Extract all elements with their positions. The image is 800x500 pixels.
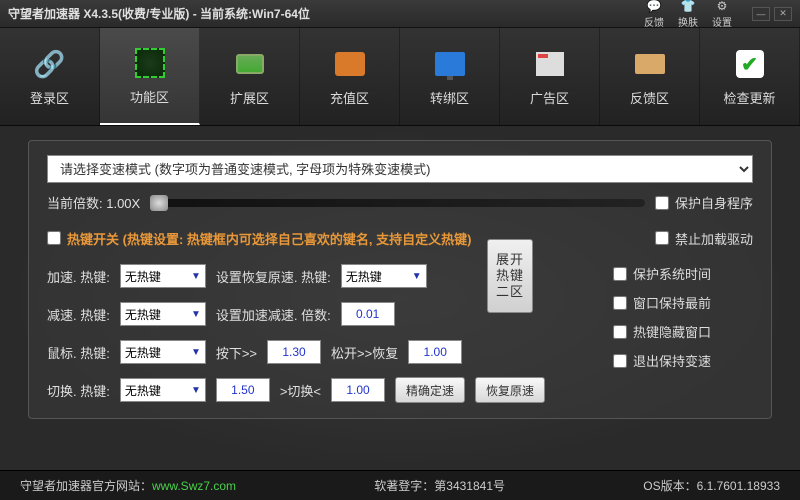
topmost-checkbox[interactable]: 窗口保持最前 [613,293,753,312]
settings-icon[interactable]: ⚙设置 [712,0,732,29]
tab-login[interactable]: 🔗登录区 [0,28,100,125]
protect-self-checkbox[interactable]: 保护自身程序 [655,193,753,212]
switch-val1-input[interactable] [216,378,270,402]
hotkey-switch-checkbox[interactable]: 热键开关 (热键设置: 热键框内可选择自己喜欢的键名, 支持自定义热键) [47,229,645,248]
switch-label: 切换. 热键: [47,381,110,400]
slider-thumb[interactable] [150,195,168,211]
tab-payment[interactable]: 充值区 [300,28,400,125]
press-label: 按下>> [216,343,257,362]
switch-val2-input[interactable] [331,378,385,402]
minimize-button[interactable]: — [752,7,770,21]
no-driver-checkbox[interactable]: 禁止加载驱动 [655,229,753,248]
accel-hotkey-combo[interactable]: 无热键▼ [120,264,206,288]
restore-hotkey-combo[interactable]: 无热键▼ [341,264,427,288]
footer-reg: 软著登字：第3431841号 [374,477,505,494]
site-link[interactable]: www.Swz7.com [152,479,236,493]
release-input[interactable] [408,340,462,364]
switch-hotkey-combo[interactable]: 无热键▼ [120,378,206,402]
release-label: 松开>>恢复 [331,343,398,362]
tab-function[interactable]: 功能区 [100,28,200,125]
skin-icon[interactable]: 👕换肤 [678,0,698,29]
tab-bind[interactable]: 转绑区 [400,28,500,125]
decel-label: 减速. 热键: [47,305,110,324]
speed-slider[interactable] [150,199,645,207]
restore-speed-button[interactable]: 恢复原速 [475,377,545,403]
decel-hotkey-combo[interactable]: 无热键▼ [120,302,206,326]
footer-site: 守望者加速器官方网站：www.Swz7.com [20,477,236,494]
close-button[interactable]: ✕ [774,7,792,21]
switch2-label: >切换< [280,381,321,400]
accel-label: 加速. 热键: [47,267,110,286]
tab-ads[interactable]: 广告区 [500,28,600,125]
step-label: 设置加速减速. 倍数: [216,305,331,324]
precise-speed-button[interactable]: 精确定速 [395,377,465,403]
window-title: 守望者加速器 X4.3.5(收费/专业版) - 当前系统:Win7-64位 [8,5,310,22]
step-input[interactable] [341,302,395,326]
mouse-label: 鼠标. 热键: [47,343,110,362]
tab-extension[interactable]: 扩展区 [200,28,300,125]
keep-on-exit-checkbox[interactable]: 退出保持变速 [613,351,753,370]
restore-label: 设置恢复原速. 热键: [216,267,331,286]
expand-hotkey-button[interactable]: 展开热键二区 [487,239,533,313]
speed-mode-select[interactable]: 请选择变速模式 (数字项为普通变速模式, 字母项为特殊变速模式) [47,155,753,183]
tab-feedback[interactable]: 反馈区 [600,28,700,125]
press-input[interactable] [267,340,321,364]
hide-hotkey-checkbox[interactable]: 热键隐藏窗口 [613,322,753,341]
mouse-hotkey-combo[interactable]: 无热键▼ [120,340,206,364]
feedback-icon[interactable]: 💬反馈 [644,0,664,29]
tab-update[interactable]: ✔检查更新 [700,28,800,125]
protect-time-checkbox[interactable]: 保护系统时间 [613,264,753,283]
footer-os: OS版本：6.1.7601.18933 [643,477,780,494]
current-speed-label: 当前倍数: 1.00X [47,193,140,212]
